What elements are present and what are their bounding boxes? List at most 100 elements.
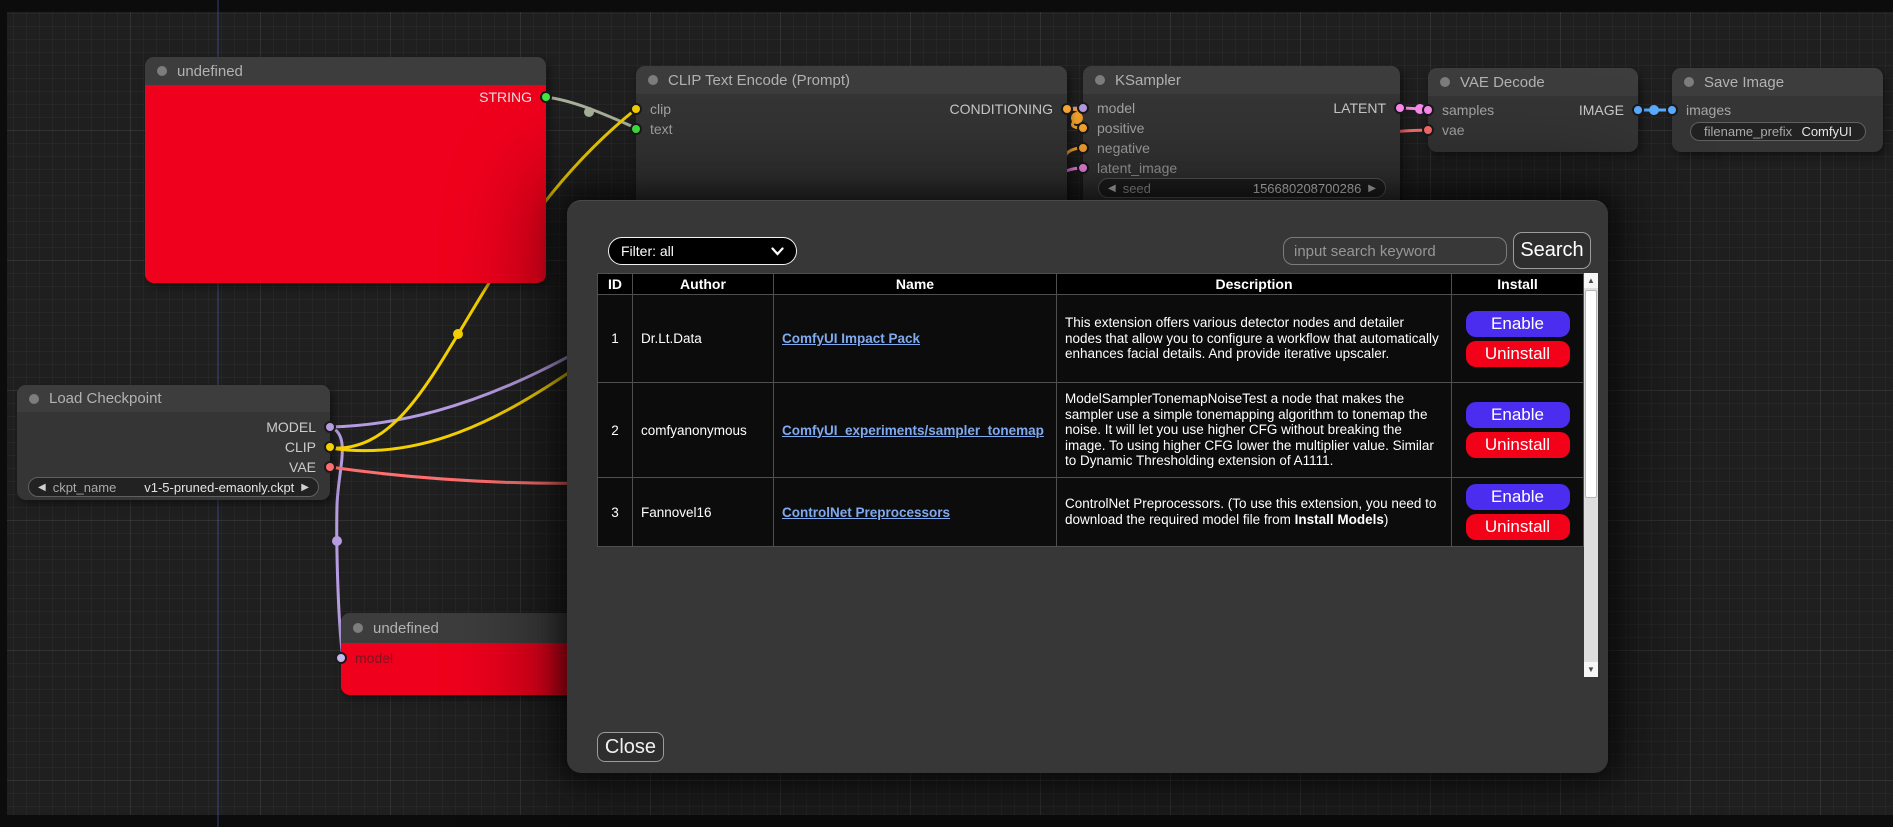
uninstall-button[interactable]: Uninstall	[1466, 514, 1570, 540]
input-label: negative	[1097, 140, 1150, 156]
node-body-error	[145, 85, 546, 283]
link-dot	[584, 107, 594, 117]
table-scrollbar[interactable]: ▲ ▼	[1584, 273, 1598, 677]
extension-link[interactable]: ControlNet Preprocessors	[782, 505, 950, 520]
increment-arrow-icon[interactable]: ▶	[1368, 183, 1376, 194]
enable-button[interactable]: Enable	[1466, 311, 1570, 337]
link-dot	[453, 329, 463, 339]
input-label: clip	[650, 101, 671, 117]
cell-id: 1	[598, 295, 633, 383]
enable-button[interactable]: Enable	[1466, 402, 1570, 428]
vae-output-slot[interactable]	[324, 461, 336, 473]
ckpt-name-widget[interactable]: ◀ ckpt_name v1-5-pruned-emaonly.ckpt ▶	[28, 477, 319, 497]
filename-prefix-widget[interactable]: filename_prefix ComfyUI	[1690, 122, 1866, 141]
widget-label: filename_prefix	[1704, 124, 1792, 139]
output-label: LATENT	[1333, 100, 1386, 116]
node-collapse-dot[interactable]	[1684, 77, 1694, 87]
input-label: positive	[1097, 120, 1144, 136]
node-title-bar: KSampler	[1083, 66, 1400, 94]
node-collapse-dot[interactable]	[353, 623, 363, 633]
graph-canvas[interactable]: undefined STRING CLIP Text Encode (Promp…	[0, 0, 1893, 827]
node-vae-decode[interactable]: VAE Decode samples vae IMAGE	[1428, 68, 1638, 152]
text-input-slot[interactable]	[630, 123, 642, 135]
input-label: model	[1097, 100, 1135, 116]
decrement-arrow-icon[interactable]: ◀	[1108, 183, 1116, 194]
node-collapse-dot[interactable]	[157, 66, 167, 76]
cell-author: Fannovel16	[633, 478, 774, 547]
node-title: CLIP Text Encode (Prompt)	[668, 72, 850, 89]
input-label: samples	[1442, 102, 1494, 118]
table-row: 2 comfyanonymous ComfyUI_experiments/sam…	[598, 383, 1584, 478]
extension-link[interactable]: ComfyUI_experiments/sampler_tonemap	[782, 423, 1044, 438]
node-ksampler[interactable]: KSampler model positive negative latent_…	[1083, 66, 1400, 210]
node-title-bar: undefined	[145, 57, 546, 85]
negative-input-slot[interactable]	[1077, 142, 1089, 154]
node-undefined-string[interactable]: undefined STRING	[145, 57, 546, 283]
extension-table: ID Author Name Description Install 1 Dr.…	[597, 273, 1584, 547]
link-dot	[1649, 105, 1659, 115]
clip-input-slot[interactable]	[630, 103, 642, 115]
scroll-down-icon[interactable]: ▼	[1584, 662, 1598, 677]
filter-select[interactable]: Filter: all	[608, 237, 797, 265]
node-title-bar: Save Image	[1672, 68, 1883, 96]
output-label: MODEL	[266, 419, 316, 435]
enable-button[interactable]: Enable	[1466, 484, 1570, 510]
output-label: CLIP	[285, 439, 316, 455]
cell-description: This extension offers various detector n…	[1057, 295, 1452, 383]
scrollbar-thumb[interactable]	[1585, 290, 1597, 498]
model-input-slot[interactable]	[1077, 102, 1089, 114]
samples-input-slot[interactable]	[1422, 104, 1434, 116]
close-button[interactable]: Close	[597, 732, 664, 762]
node-save-image[interactable]: Save Image images filename_prefix ComfyU…	[1672, 68, 1883, 152]
wire-clip-hidden	[330, 365, 580, 451]
node-title: undefined	[373, 620, 439, 637]
seed-value: 156680208700286	[1253, 181, 1361, 196]
widget-value: v1-5-pruned-emaonly.ckpt	[144, 480, 294, 495]
input-label: model	[355, 650, 393, 666]
node-title: Save Image	[1704, 74, 1784, 91]
node-title: KSampler	[1115, 72, 1181, 89]
latent-output-slot[interactable]	[1394, 102, 1406, 114]
extension-manager-dialog: Filter: all Search ID Author Name Descri…	[567, 200, 1608, 773]
output-label: CONDITIONING	[950, 101, 1053, 117]
model-output-slot[interactable]	[324, 421, 336, 433]
scroll-up-icon[interactable]: ▲	[1584, 273, 1598, 288]
clip-output-slot[interactable]	[324, 441, 336, 453]
input-label: text	[650, 121, 673, 137]
node-collapse-dot[interactable]	[1095, 75, 1105, 85]
node-title: undefined	[177, 63, 243, 80]
filter-selected-label: Filter: all	[621, 243, 674, 259]
input-label: vae	[1442, 122, 1465, 138]
node-collapse-dot[interactable]	[648, 75, 658, 85]
extension-link[interactable]: ComfyUI Impact Pack	[782, 331, 920, 346]
uninstall-button[interactable]: Uninstall	[1466, 341, 1570, 367]
node-collapse-dot[interactable]	[29, 394, 39, 404]
prev-arrow-icon[interactable]: ◀	[38, 482, 46, 493]
search-button[interactable]: Search	[1513, 232, 1591, 269]
string-output-slot[interactable]	[540, 91, 552, 103]
cell-id: 3	[598, 478, 633, 547]
cell-author: Dr.Lt.Data	[633, 295, 774, 383]
node-title-bar: Load Checkpoint	[17, 385, 330, 412]
widget-label: seed	[1123, 181, 1151, 196]
vae-input-slot[interactable]	[1422, 124, 1434, 136]
search-input[interactable]	[1283, 237, 1507, 265]
cell-id: 2	[598, 383, 633, 478]
table-row: 1 Dr.Lt.Data ComfyUI Impact Pack This ex…	[598, 295, 1584, 383]
output-label: STRING	[479, 89, 532, 105]
node-load-checkpoint[interactable]: Load Checkpoint MODEL CLIP VAE ◀ ckpt_na…	[17, 385, 330, 500]
next-arrow-icon[interactable]: ▶	[301, 482, 309, 493]
table-row: 3 Fannovel16 ControlNet Preprocessors Co…	[598, 478, 1584, 547]
conditioning-output-slot[interactable]	[1061, 103, 1073, 115]
input-label: images	[1686, 102, 1731, 118]
input-label: latent_image	[1097, 160, 1177, 176]
latent-image-input-slot[interactable]	[1077, 162, 1089, 174]
node-collapse-dot[interactable]	[1440, 77, 1450, 87]
image-output-slot[interactable]	[1632, 104, 1644, 116]
positive-input-slot[interactable]	[1077, 122, 1089, 134]
seed-widget[interactable]: ◀ seed 156680208700286 ▶	[1098, 178, 1386, 198]
model-input-slot[interactable]	[335, 652, 347, 664]
images-input-slot[interactable]	[1666, 104, 1678, 116]
uninstall-button[interactable]: Uninstall	[1466, 432, 1570, 458]
table-header-row: ID Author Name Description Install	[598, 274, 1584, 295]
